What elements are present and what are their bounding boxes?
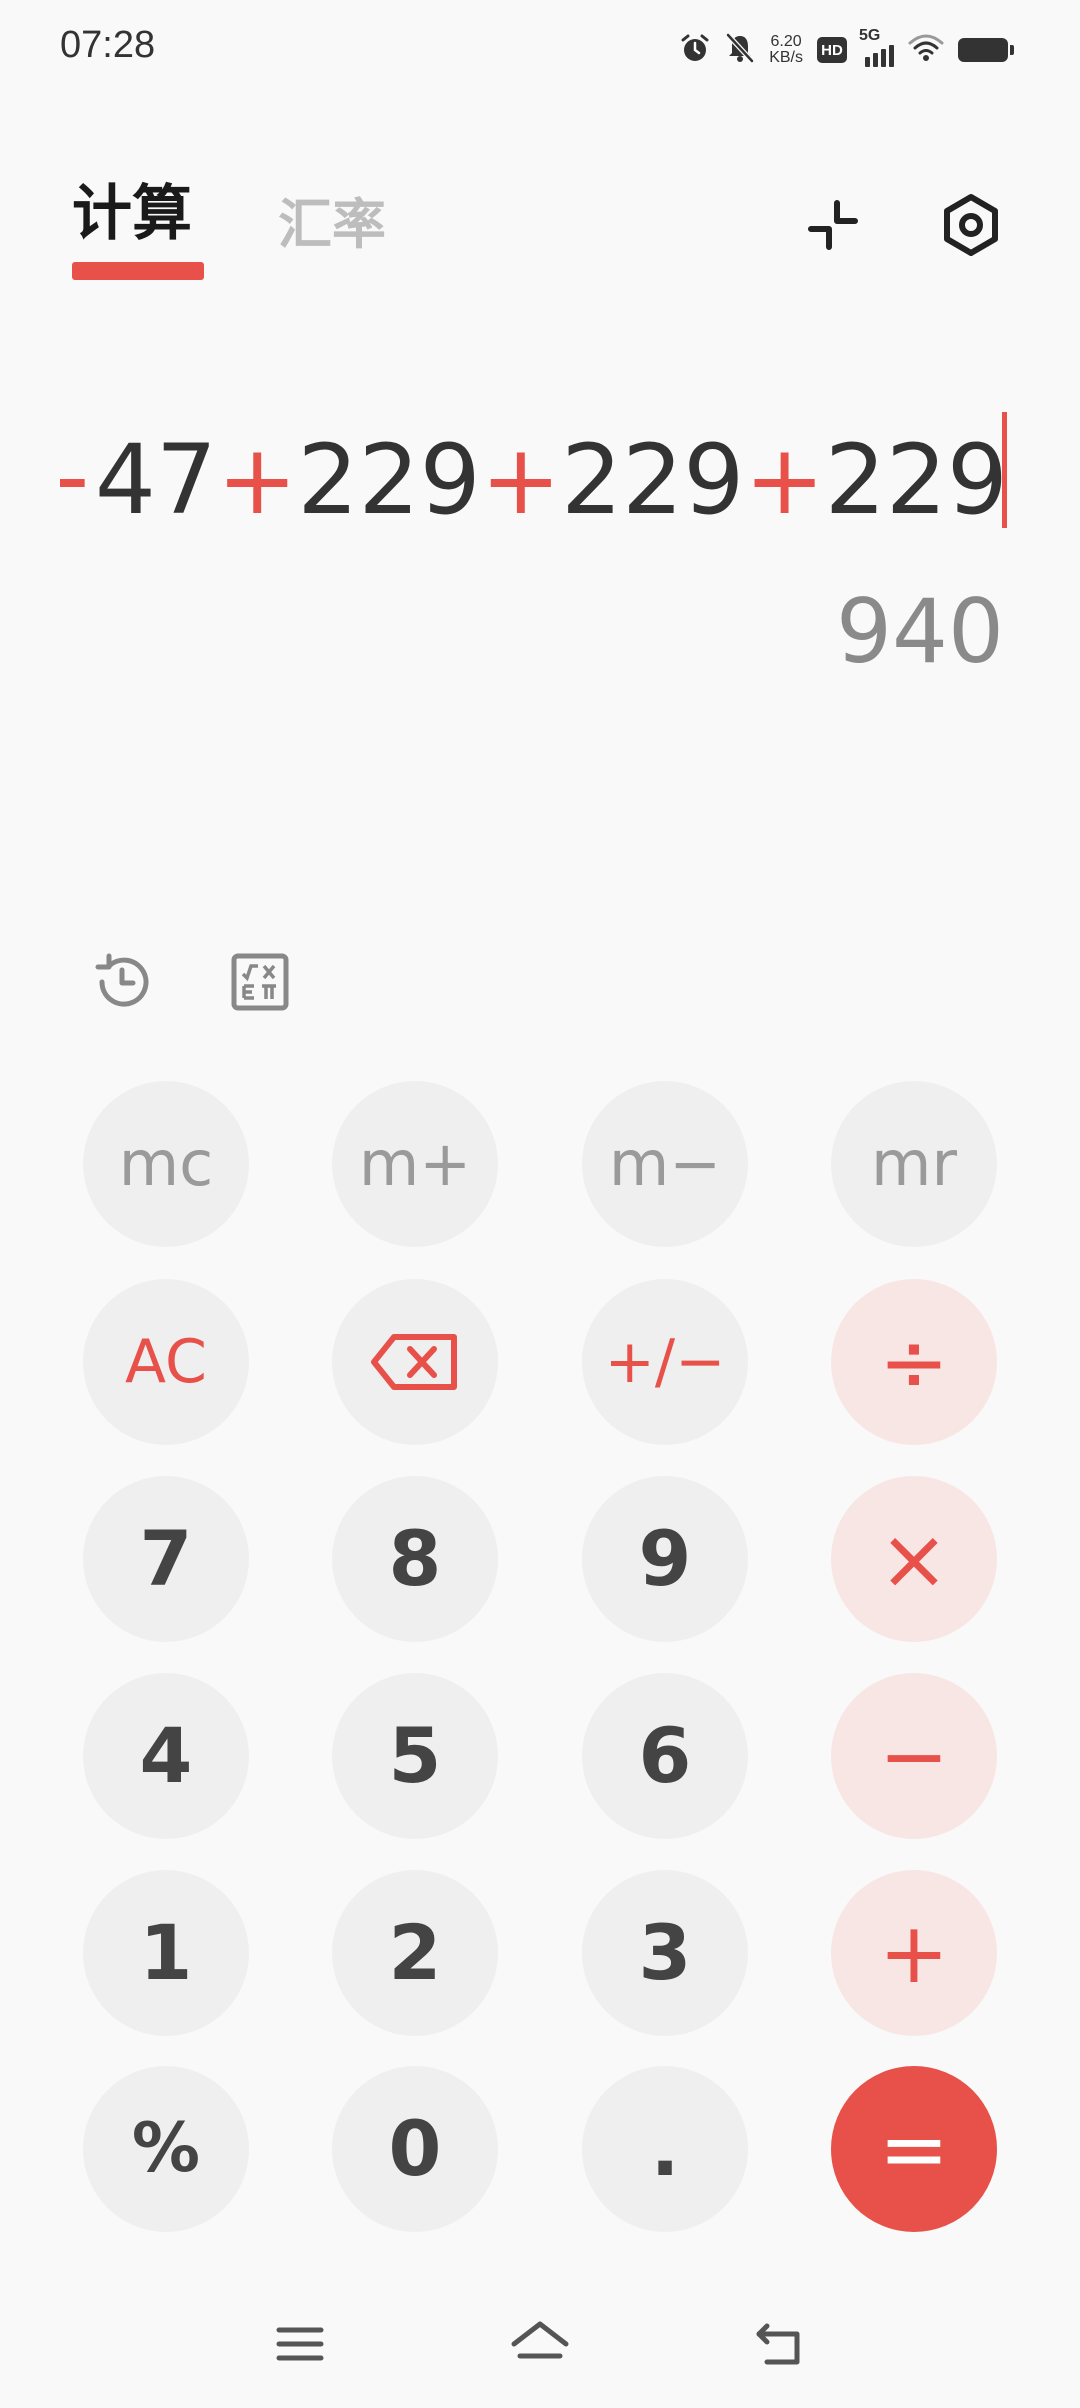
key-9[interactable]: 9 bbox=[582, 1476, 748, 1642]
collapse-icon[interactable] bbox=[798, 190, 868, 260]
signal-icon: 5G bbox=[859, 27, 894, 67]
key-decimal[interactable]: . bbox=[582, 2066, 748, 2232]
alarm-icon bbox=[679, 32, 711, 68]
expression-operator: + bbox=[216, 424, 298, 536]
net-speed-unit: KB/s bbox=[769, 49, 803, 66]
key-4[interactable]: 4 bbox=[83, 1673, 249, 1839]
tab-calculate[interactable]: 计算 bbox=[72, 184, 192, 244]
signal-bar bbox=[889, 45, 894, 67]
expression-operator: + bbox=[744, 424, 825, 536]
settings-icon[interactable] bbox=[936, 190, 1006, 260]
key-3[interactable]: 3 bbox=[582, 1870, 748, 2036]
menu-icon[interactable] bbox=[260, 2312, 340, 2376]
key-1[interactable]: 1 bbox=[83, 1870, 249, 2036]
expression-operator: + bbox=[480, 424, 562, 536]
key-divide[interactable]: ÷ bbox=[831, 1279, 997, 1445]
backspace-icon bbox=[371, 1334, 457, 1390]
expression-operand: 229 bbox=[297, 424, 481, 536]
expression-operand: 47 bbox=[94, 424, 217, 536]
tab-exchange-rate[interactable]: 汇率 bbox=[278, 198, 386, 252]
key-all-clear[interactable]: AC bbox=[83, 1279, 249, 1445]
signal-bar bbox=[881, 49, 886, 67]
key-0[interactable]: 0 bbox=[332, 2066, 498, 2232]
result-preview: 940 bbox=[836, 580, 1004, 683]
status-time: 07:28 bbox=[60, 24, 156, 66]
expression-display[interactable]: +47+47+229+229+229 bbox=[60, 420, 1008, 540]
status-bar: 07:28 6.20 KB/s HD 5G bbox=[0, 0, 1080, 100]
hd-badge: HD bbox=[817, 37, 847, 63]
net-speed: 6.20 KB/s bbox=[769, 34, 803, 66]
expression-operand: 229 bbox=[824, 424, 1008, 536]
wifi-icon bbox=[908, 33, 944, 67]
key-multiply[interactable]: × bbox=[831, 1476, 997, 1642]
network-type: 5G bbox=[859, 27, 881, 44]
net-speed-value: 6.20 bbox=[770, 33, 802, 50]
key-8[interactable]: 8 bbox=[332, 1476, 498, 1642]
calculator-screen: 07:28 6.20 KB/s HD 5G 计算 汇率 47 + 229 + 2… bbox=[0, 0, 1080, 2408]
home-icon[interactable] bbox=[500, 2312, 580, 2376]
expression-operand: 229 bbox=[561, 424, 745, 536]
key-2[interactable]: 2 bbox=[332, 1870, 498, 2036]
key-percent[interactable]: % bbox=[83, 2066, 249, 2232]
key-plus[interactable]: + bbox=[831, 1870, 997, 2036]
key-m-plus[interactable]: m+ bbox=[332, 1081, 498, 1247]
back-icon[interactable] bbox=[740, 2312, 820, 2376]
status-icons: 6.20 KB/s HD 5G bbox=[679, 27, 1014, 72]
history-icon[interactable] bbox=[88, 948, 156, 1016]
key-mc[interactable]: mc bbox=[83, 1081, 249, 1247]
mute-bell-icon bbox=[725, 32, 755, 68]
key-5[interactable]: 5 bbox=[332, 1673, 498, 1839]
text-cursor bbox=[1002, 412, 1007, 528]
signal-bar bbox=[865, 57, 870, 67]
key-backspace[interactable] bbox=[332, 1279, 498, 1445]
key-m-minus[interactable]: m− bbox=[582, 1081, 748, 1247]
key-7[interactable]: 7 bbox=[83, 1476, 249, 1642]
key-6[interactable]: 6 bbox=[582, 1673, 748, 1839]
signal-bar bbox=[873, 53, 878, 67]
scientific-formula-icon[interactable] bbox=[226, 948, 294, 1016]
key-plus-minus[interactable]: +/− bbox=[582, 1279, 748, 1445]
active-tab-indicator bbox=[72, 262, 204, 280]
key-mr[interactable]: mr bbox=[831, 1081, 997, 1247]
key-equals[interactable]: = bbox=[831, 2066, 997, 2232]
battery-icon bbox=[958, 38, 1014, 62]
key-minus[interactable]: − bbox=[831, 1673, 997, 1839]
expression-operator: + bbox=[60, 424, 95, 536]
